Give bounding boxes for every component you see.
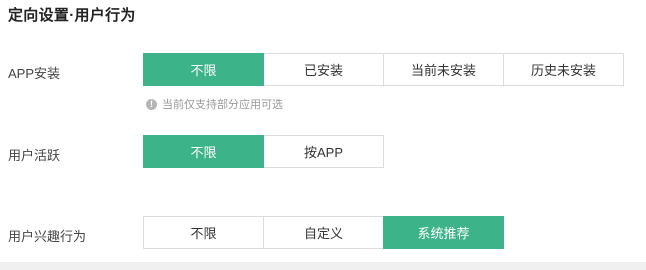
exclamation-circle-icon: ! — [146, 98, 157, 110]
app-install-option-not-installed[interactable]: 当前未安装 — [383, 53, 504, 86]
app-install-options: 不限 已安装 当前未安装 历史未安装 — [143, 53, 624, 86]
app-install-label: APP安装 — [8, 66, 61, 81]
user-interest-label: 用户兴趣行为 — [8, 229, 87, 244]
user-interest-option-system-recommend[interactable]: 系统推荐 — [383, 216, 504, 249]
user-interest-options: 不限 自定义 系统推荐 — [143, 216, 504, 249]
section-title: 定向设置·用户行为 — [8, 7, 136, 24]
user-active-option-by-app[interactable]: 按APP — [263, 135, 384, 168]
app-install-hint: ! 当前仅支持部分应用可选 — [146, 96, 283, 112]
user-active-options: 不限 按APP — [143, 135, 384, 168]
user-interest-option-unlimited[interactable]: 不限 — [143, 216, 264, 249]
user-active-option-unlimited[interactable]: 不限 — [143, 135, 264, 168]
user-interest-option-custom[interactable]: 自定义 — [263, 216, 384, 249]
bottom-divider — [0, 262, 646, 270]
user-active-label: 用户活跃 — [8, 148, 61, 163]
app-install-hint-text: 当前仅支持部分应用可选 — [162, 99, 283, 111]
app-install-option-history-not-installed[interactable]: 历史未安装 — [503, 53, 624, 86]
app-install-option-unlimited[interactable]: 不限 — [143, 53, 264, 86]
app-install-option-installed[interactable]: 已安装 — [263, 53, 384, 86]
